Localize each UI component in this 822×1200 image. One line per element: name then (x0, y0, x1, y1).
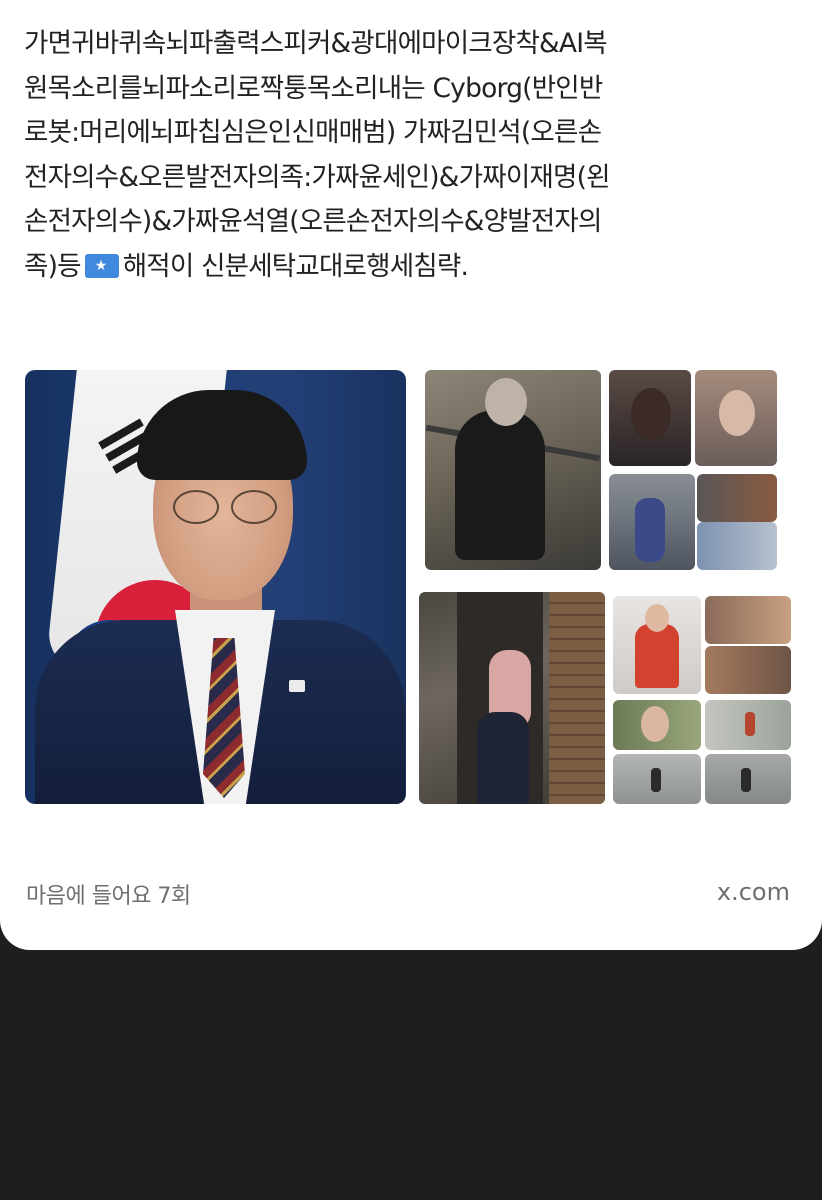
post-text-line: 손전자의수)&가짜윤석열(오른손전자의수&양발전자의 (24, 206, 602, 237)
figure-body (635, 624, 679, 688)
collage-photo-thumb[interactable] (697, 474, 777, 522)
collage-photo-thumb[interactable] (697, 522, 777, 570)
lapel-pin (289, 680, 305, 692)
figure-dark (477, 712, 529, 804)
somalia-flag-icon (84, 253, 119, 278)
figure-small (651, 768, 661, 792)
collage-photo-seated-man[interactable] (425, 370, 601, 570)
glasses-right-lens (231, 490, 277, 524)
brick-wall (549, 592, 605, 804)
post-text-line: 가면귀바퀴속뇌파출력스피커&광대에마이크장착&AI복 (24, 28, 608, 59)
collage-photo-thumb[interactable] (705, 646, 791, 694)
likes-count[interactable]: 마음에 들어요 7회 (26, 878, 191, 910)
post-text-line: 원목소리를뇌파소리로짝퉁목소리내는 Cyborg(반인반 (24, 72, 603, 104)
collage-photo-thumb[interactable] (705, 700, 791, 750)
collage-photo-man-in-suit[interactable] (609, 474, 695, 570)
collage-photo-street[interactable] (705, 754, 791, 804)
collage-photo-woman-portrait[interactable] (613, 700, 701, 750)
post-text: 가면귀바퀴속뇌파출력스피커&광대에마이크장착&AI복 원목소리를뇌파소리로짝퉁목… (24, 22, 804, 289)
post-text-fragment: 해적이 신분세탁교대로행세침략. (122, 250, 469, 282)
figure-body (635, 498, 665, 562)
figure-face (719, 390, 755, 436)
collage-photo-street[interactable] (613, 754, 701, 804)
source-link[interactable]: x.com (717, 878, 790, 906)
figure-small (741, 768, 751, 792)
figure-face (641, 706, 669, 742)
collage-photo-portrait-2[interactable] (695, 370, 777, 466)
glasses-left-lens (173, 490, 219, 524)
figure-face (645, 604, 669, 632)
figure-body (455, 410, 545, 560)
collage-photo-portrait-1[interactable] (609, 370, 691, 466)
figure-head (485, 378, 527, 426)
figure-face (631, 388, 671, 440)
collage-photo-woman-red-jacket[interactable] (613, 596, 701, 694)
post-text-fragment: 족)등 (24, 250, 81, 282)
figure-small (745, 712, 755, 736)
collage-photo-alley-figures[interactable] (419, 592, 605, 804)
post-text-line: 전자의수&오른발전자의족:가짜윤세인)&가짜이재명(왼 (24, 161, 611, 193)
post-card: 가면귀바퀴속뇌파출력스피커&광대에마이크장착&AI복 원목소리를뇌파소리로짝퉁목… (0, 0, 822, 950)
collage-photo-thumb[interactable] (705, 596, 791, 644)
post-text-line-last: 족)등 해적이 신분세탁교대로행세침략. (24, 245, 804, 290)
media-grid[interactable] (25, 370, 793, 804)
main-photo-official-portrait[interactable] (25, 370, 406, 804)
post-text-line: 로봇:머리에뇌파칩심은인신매매범) 가짜김민석(오른손 (24, 117, 602, 148)
